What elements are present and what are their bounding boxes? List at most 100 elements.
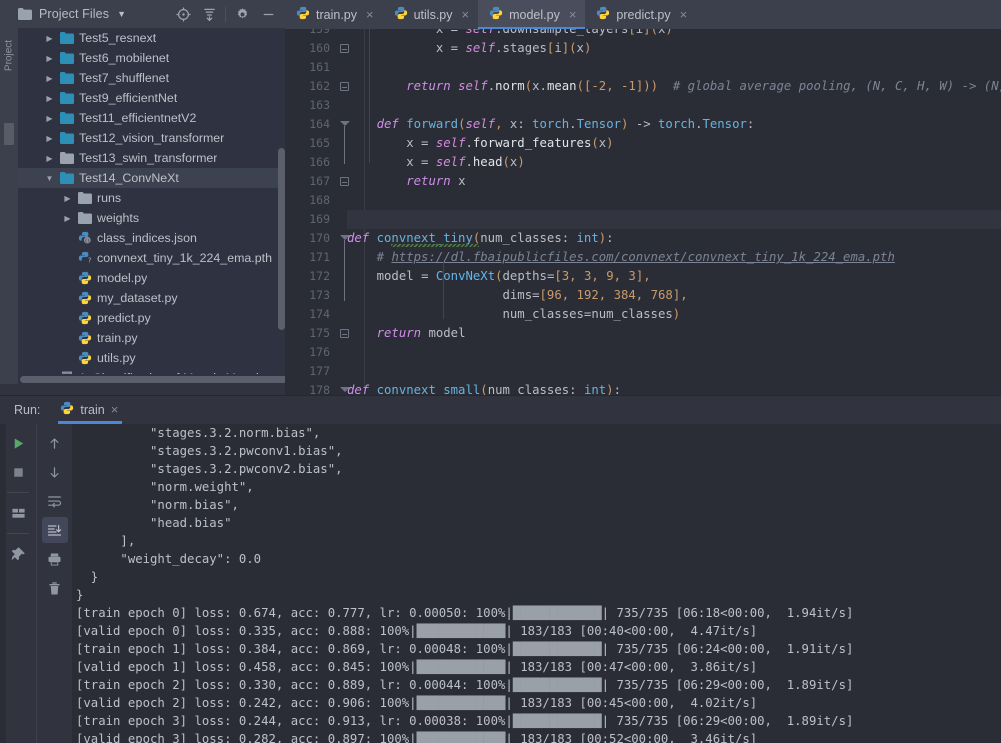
editor-gutter: 1591601611621631641651661671681691701711… bbox=[285, 29, 347, 395]
code-line[interactable]: num_classes=num_classes) bbox=[347, 305, 1001, 324]
rerun-button[interactable] bbox=[5, 430, 31, 456]
chevron-right-icon[interactable]: ▶ bbox=[44, 113, 55, 124]
fold-region-line[interactable] bbox=[344, 240, 345, 301]
tree-item-label: Test12_vision_transformer bbox=[79, 131, 224, 145]
code-editor[interactable]: 1591601611621631641651661671681691701711… bbox=[285, 29, 1001, 395]
progress-bar: ████████████ bbox=[417, 696, 506, 710]
soft-wrap-button[interactable] bbox=[42, 488, 68, 514]
stop-button[interactable] bbox=[5, 459, 31, 485]
tree-item-label: Test7_shufflenet bbox=[79, 71, 169, 85]
code-line[interactable]: return x bbox=[347, 172, 1001, 191]
tree-item-predict-py[interactable]: ▶predict.py bbox=[18, 308, 285, 328]
close-icon[interactable]: × bbox=[366, 7, 374, 22]
code-line[interactable]: x = self.head(x) bbox=[347, 153, 1001, 172]
chevron-right-icon[interactable]: ▶ bbox=[44, 153, 55, 164]
console-line: "norm.bias", bbox=[76, 496, 1001, 514]
pin-tab-button[interactable] bbox=[5, 541, 31, 567]
code-line[interactable] bbox=[347, 96, 1001, 115]
chevron-right-icon[interactable]: ▶ bbox=[44, 133, 55, 144]
editor-tab-train-py[interactable]: train.py× bbox=[285, 0, 383, 29]
layout-button[interactable] bbox=[5, 500, 31, 526]
tree-item-model-py[interactable]: ▶model.py bbox=[18, 268, 285, 288]
line-number: 166 bbox=[309, 153, 330, 172]
code-line[interactable] bbox=[347, 58, 1001, 77]
editor-tab-predict-py[interactable]: predict.py× bbox=[585, 0, 696, 29]
console-line: "norm.weight", bbox=[76, 478, 1001, 496]
console-line: "stages.3.2.pwconv2.bias", bbox=[76, 460, 1001, 478]
hide-panel-icon[interactable] bbox=[255, 1, 281, 27]
chevron-right-icon[interactable]: ▶ bbox=[44, 53, 55, 64]
line-number: 163 bbox=[309, 96, 330, 115]
chevron-right-icon[interactable]: ▶ bbox=[44, 33, 55, 44]
scroll-to-end-button[interactable] bbox=[42, 517, 68, 543]
down-the-stack-button[interactable] bbox=[42, 459, 68, 485]
collapse-all-icon[interactable] bbox=[196, 1, 222, 27]
tree-item-utils-py[interactable]: ▶utils.py bbox=[18, 348, 285, 368]
code-line[interactable]: return self.norm(x.mean([-2, -1])) # glo… bbox=[347, 77, 1001, 96]
code-line[interactable]: dims=[96, 192, 384, 768], bbox=[347, 286, 1001, 305]
close-icon[interactable]: × bbox=[111, 402, 119, 417]
run-configuration-tab[interactable]: train × bbox=[58, 395, 126, 424]
chevron-down-icon[interactable]: ▼ bbox=[117, 9, 126, 19]
chevron-right-icon[interactable]: ▶ bbox=[62, 213, 73, 224]
tree-item-test6-mobilenet[interactable]: ▶Test6_mobilenet bbox=[18, 48, 285, 68]
folder-gray-icon bbox=[59, 151, 74, 166]
tree-item-weights[interactable]: ▶weights bbox=[18, 208, 285, 228]
locate-icon[interactable] bbox=[170, 1, 196, 27]
tree-item-runs[interactable]: ▶runs bbox=[18, 188, 285, 208]
code-line[interactable]: x = self.stages[i](x) bbox=[347, 39, 1001, 58]
python-file-icon bbox=[77, 291, 92, 306]
tree-item-test13-swin-transformer[interactable]: ▶ Test13_swin_transformer bbox=[18, 148, 285, 168]
code-line[interactable]: # https://dl.fbaipublicfiles.com/convnex… bbox=[347, 248, 1001, 267]
tree-item-test5-resnext[interactable]: ▶Test5_resnext bbox=[18, 28, 285, 48]
progress-bar: ████████████ bbox=[417, 624, 506, 638]
settings-gear-icon[interactable] bbox=[229, 1, 255, 27]
project-side-strip[interactable]: Project bbox=[0, 28, 18, 395]
code-line[interactable] bbox=[347, 210, 1001, 229]
chevron-right-icon[interactable]: ▶ bbox=[62, 193, 73, 204]
tree-item-test7-shufflenet[interactable]: ▶ Test7_shufflenet bbox=[18, 68, 285, 88]
tree-item-test12-vision-transformer[interactable]: ▶ Test12_vision_transformer bbox=[18, 128, 285, 148]
code-line[interactable]: model = ConvNeXt(depths=[3, 3, 9, 3], bbox=[347, 267, 1001, 286]
print-button[interactable] bbox=[42, 546, 68, 572]
editor-tab-utils-py[interactable]: utils.py× bbox=[383, 0, 479, 29]
chevron-right-icon[interactable]: ▶ bbox=[44, 93, 55, 104]
panel-filler bbox=[0, 384, 285, 395]
tree-item-test11-efficientnetv2[interactable]: ▶Test11_efficientnetV2 bbox=[18, 108, 285, 128]
tree-item-test14-convnext[interactable]: ▼ Test14_ConvNeXt bbox=[18, 168, 285, 188]
chevron-right-icon[interactable]: ▶ bbox=[44, 73, 55, 84]
code-line[interactable]: x = self.forward_features(x) bbox=[347, 134, 1001, 153]
chevron-down-icon[interactable]: ▼ bbox=[44, 173, 55, 184]
tree-item-test9-efficientnet[interactable]: ▶Test9_efficientNet bbox=[18, 88, 285, 108]
code-line[interactable]: x = self.downsample_layers[i](x) bbox=[347, 29, 1001, 39]
tree-horizontal-scrollbar[interactable] bbox=[18, 374, 285, 384]
code-line[interactable] bbox=[347, 191, 1001, 210]
tree-item-train-py[interactable]: ▶train.py bbox=[18, 328, 285, 348]
editor-tab-model-py[interactable]: model.py× bbox=[478, 0, 585, 29]
project-file-tree[interactable]: ▶Test5_resnext▶Test6_mobilenet▶Test7_shu… bbox=[18, 28, 285, 374]
line-number: 164 bbox=[309, 115, 330, 134]
up-the-stack-button[interactable] bbox=[42, 430, 68, 456]
code-line[interactable]: def convnext_small(num_classes: int): bbox=[347, 381, 1001, 395]
tree-item-convnext-tiny-1k-224-ema-pth[interactable]: ▶?convnext_tiny_1k_224_ema.pth bbox=[18, 248, 285, 268]
code-content[interactable]: x = self.downsample_layers[i](x) x = sel… bbox=[347, 29, 1001, 395]
tree-item-label: Test13_swin_transformer bbox=[79, 151, 217, 165]
code-line[interactable]: return model bbox=[347, 324, 1001, 343]
fold-region-line[interactable] bbox=[344, 126, 345, 164]
close-icon[interactable]: × bbox=[462, 7, 470, 22]
tree-item-label: Test14_ConvNeXt bbox=[79, 171, 179, 185]
code-line[interactable] bbox=[347, 362, 1001, 381]
tree-item-my-dataset-py[interactable]: ▶my_dataset.py bbox=[18, 288, 285, 308]
close-icon[interactable]: × bbox=[680, 7, 688, 22]
run-console-output[interactable]: "stages.3.2.norm.bias", "stages.3.2.pwco… bbox=[72, 424, 1001, 743]
unknown-file-icon: ? bbox=[77, 251, 92, 266]
folder-blue-icon bbox=[59, 111, 74, 126]
code-line[interactable] bbox=[347, 343, 1001, 362]
close-icon[interactable]: × bbox=[569, 7, 577, 22]
run-panel-header: Run: train × bbox=[0, 395, 1001, 424]
json-file-icon: {} bbox=[77, 231, 92, 246]
trash-icon[interactable] bbox=[42, 575, 68, 601]
tree-item-class-indices-json[interactable]: ▶{}class_indices.json bbox=[18, 228, 285, 248]
code-line[interactable]: def forward(self, x: torch.Tensor) -> to… bbox=[347, 115, 1001, 134]
tree-vertical-scrollbar[interactable] bbox=[278, 148, 285, 330]
